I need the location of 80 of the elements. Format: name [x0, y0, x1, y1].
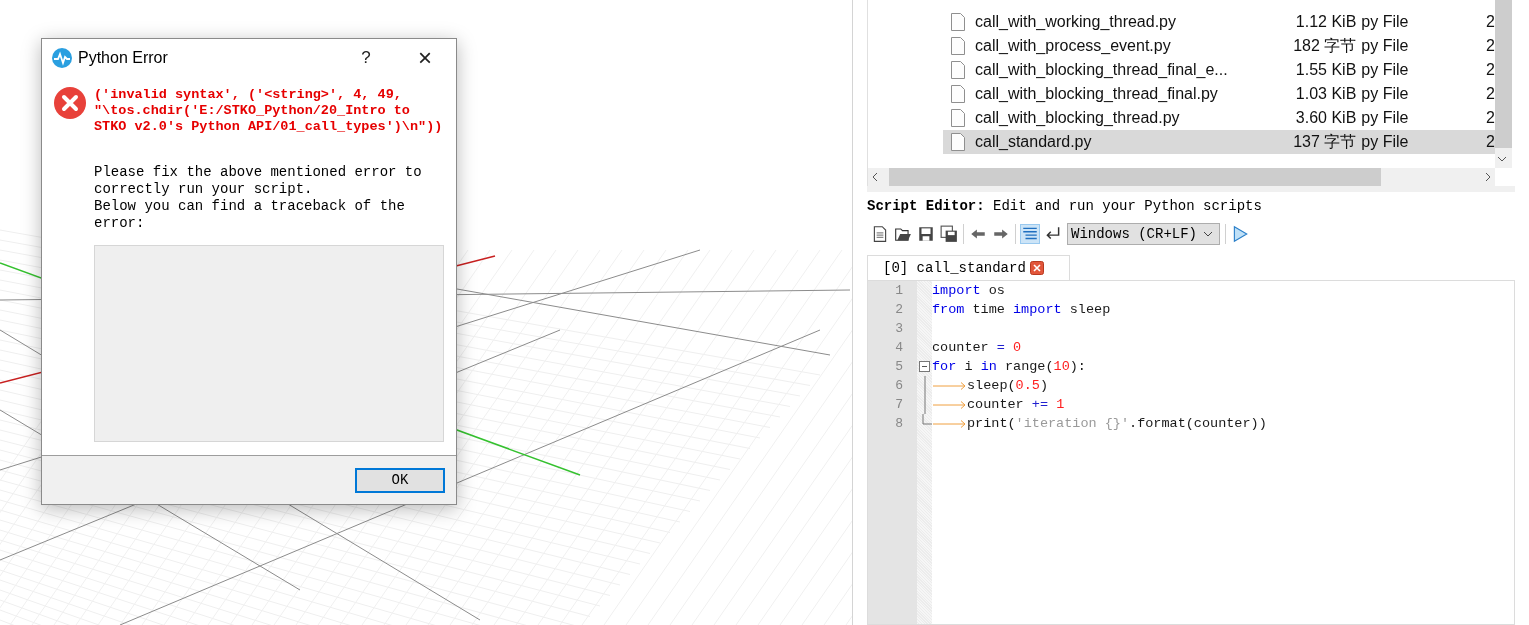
file-column-4: 2: [1486, 109, 1495, 127]
indent-lines-icon[interactable]: [1021, 225, 1039, 243]
chevron-left-icon[interactable]: [872, 172, 878, 182]
file-size: 1.03 KiB: [1294, 85, 1357, 103]
horizontal-scrollbar[interactable]: [868, 168, 1495, 186]
file-size: 137 字节: [1292, 131, 1357, 152]
editor-tab[interactable]: [0] call_standard: [867, 255, 1070, 280]
file-icon: [951, 85, 965, 103]
file-icon: [951, 109, 965, 127]
help-button[interactable]: ?: [338, 48, 394, 68]
line-number: 1: [894, 282, 904, 300]
error-icon: [54, 87, 86, 119]
tab-arrow-icon: [932, 380, 967, 391]
file-column-4: 2: [1486, 61, 1495, 79]
line-number: 6: [894, 377, 904, 395]
line-number: 7: [894, 396, 904, 414]
play-icon[interactable]: [1231, 225, 1250, 243]
chevron-down-icon: [1203, 231, 1214, 237]
file-row[interactable]: call_with_blocking_thread_final.py 1.03 KiB py File 2: [943, 82, 1495, 106]
fold-end-icon: [922, 414, 932, 425]
file-icon: [951, 61, 965, 79]
file-type: py File: [1360, 61, 1410, 79]
file-column-4: 2: [1486, 13, 1495, 31]
file-icon: [951, 13, 965, 31]
window-title: Python Error: [78, 49, 169, 67]
file-name: call_with_process_event.py: [975, 37, 1172, 55]
file-size: 1.12 KiB: [1294, 13, 1357, 31]
close-icon[interactable]: [1029, 261, 1044, 275]
code-line: for i in range(10):: [932, 359, 1086, 374]
file-row[interactable]: call_with_blocking_thread_final_e... 1.55 KiB py File 2: [943, 58, 1495, 82]
code-line: counter = 0: [932, 340, 1022, 355]
vertical-scrollbar[interactable]: [1495, 0, 1512, 168]
file-size: 3.60 KiB: [1294, 109, 1357, 127]
file-name: call_with_blocking_thread_final.py: [975, 85, 1219, 103]
line-number: 4: [894, 339, 904, 357]
code-line: sleep(0.5): [967, 378, 1049, 393]
file-type: py File: [1360, 85, 1410, 103]
code-line: from time import sleep: [932, 302, 1111, 317]
tab-arrow-icon: [932, 418, 967, 429]
code-line: counter += 1: [967, 397, 1065, 412]
file-type: py File: [1360, 13, 1410, 31]
code-line: print('iteration {}'.format(counter)): [967, 416, 1267, 431]
file-name: call_with_blocking_thread.py: [975, 109, 1181, 127]
file-size: 1.55 KiB: [1294, 61, 1357, 79]
folder-icon[interactable]: [894, 225, 912, 243]
file-type: py File: [1360, 109, 1410, 127]
file-type: py File: [1360, 133, 1410, 151]
file-column-4: 2: [1486, 85, 1495, 103]
file-row[interactable]: call_with_blocking_thread.py 3.60 KiB py File 2: [943, 106, 1495, 130]
error-message: ('invalid syntax', ('<string>', 4, 49, "\tos.chdir('E:/STKO_Python/20_Intro to STKO v2.0's Python API/01_call_types')\n")): [94, 87, 444, 135]
save-icon[interactable]: [917, 225, 935, 243]
chevron-down-icon[interactable]: [1497, 156, 1507, 162]
line-number: 8: [894, 415, 904, 433]
file-icon: [951, 133, 965, 151]
file-row[interactable]: call_with_working_thread.py 1.12 KiB py File 2: [943, 10, 1495, 34]
pulse-app-icon: [52, 48, 72, 68]
file-name: call_with_working_thread.py: [975, 13, 1177, 31]
file-size: 182 字节: [1292, 35, 1357, 56]
line-ending-dropdown[interactable]: Windows (CR+LF): [1067, 223, 1221, 245]
file-row[interactable]: call_with_process_event.py 182 字节 py File 2: [943, 34, 1495, 58]
line-number: 3: [894, 320, 904, 338]
file-row[interactable]: call_standard.py 137 字节 py File 2: [943, 130, 1495, 154]
close-button[interactable]: ×: [394, 44, 456, 72]
code-line: import os: [932, 283, 1005, 298]
file-column-4: 2: [1486, 37, 1495, 55]
file-name: call_with_blocking_thread_final_e...: [975, 61, 1229, 79]
file-icon: [951, 37, 965, 55]
instruction-text: Below you can find a traceback of the error:: [94, 198, 406, 232]
file-type: py File: [1360, 37, 1410, 55]
save-all-icon[interactable]: [940, 225, 958, 243]
line-number: 5: [894, 358, 904, 376]
new-file-icon[interactable]: [871, 225, 889, 243]
instruction-text: Please fix the above mentioned error to correctly run your script.: [94, 164, 423, 198]
file-column-4: 2: [1486, 133, 1495, 151]
chevron-right-icon[interactable]: [1485, 172, 1491, 182]
file-name: call_standard.py: [975, 133, 1093, 151]
tab-arrow-icon: [932, 399, 967, 410]
editor-heading: Script Editor: Edit and run your Python scripts: [867, 197, 1263, 215]
line-number: 2: [894, 301, 904, 319]
ok-button[interactable]: OK: [355, 467, 445, 493]
